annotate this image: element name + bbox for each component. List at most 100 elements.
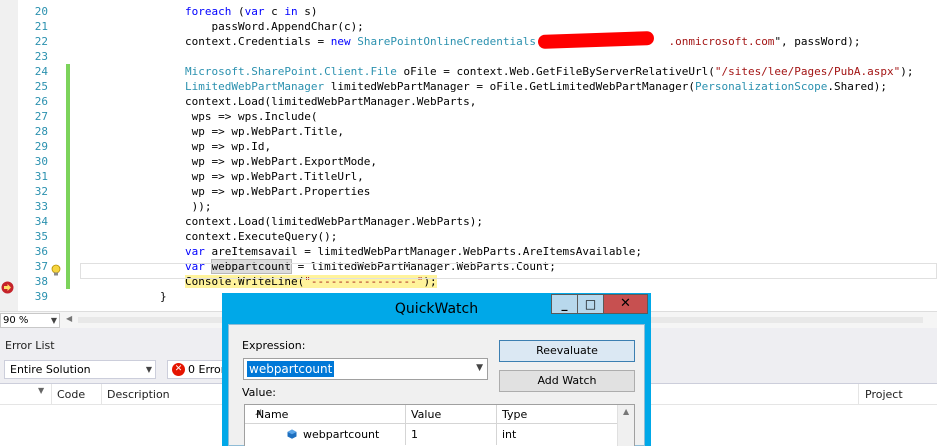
- code-token: ));: [185, 200, 212, 213]
- change-marker: [66, 184, 70, 199]
- code-token: context.Credentials =: [185, 35, 331, 48]
- column-value[interactable]: Value: [411, 408, 441, 421]
- code-line[interactable]: wp => wp.WebPart.ExportMode,: [185, 154, 377, 169]
- minimize-icon: _: [561, 297, 568, 311]
- code-token: foreach: [185, 5, 232, 18]
- line-number: 23: [34, 50, 48, 63]
- change-marker: [66, 124, 70, 139]
- code-line[interactable]: }: [160, 289, 167, 304]
- dialog-titlebar[interactable]: QuickWatch _ □ ✕: [222, 293, 651, 324]
- line-number: 22: [34, 35, 48, 48]
- code-line[interactable]: context.Credentials = new SharePointOnli…: [185, 34, 861, 49]
- change-marker: [66, 64, 70, 79]
- code-token: wp => wp.WebPart.ExportMode,: [185, 155, 378, 168]
- value-grid: ◢ Name Value Type webpartcount 1 int ▲: [244, 404, 635, 446]
- column-project[interactable]: Project: [865, 388, 903, 401]
- line-number: 35: [34, 230, 48, 243]
- line-number: 27: [34, 110, 48, 123]
- line-number: 32: [34, 185, 48, 198]
- code-editor[interactable]: 20 21 22 23 24 25 26 27 28 29 30 31 32 33 34 35 36 37 38 39…: [0, 0, 937, 311]
- reevaluate-button[interactable]: Reevaluate: [499, 340, 635, 362]
- code-token: var: [185, 245, 205, 258]
- code-line[interactable]: ));: [185, 199, 212, 214]
- code-token: (: [231, 5, 245, 18]
- code-token: wp => wp.Id,: [185, 140, 272, 153]
- variable-icon: [287, 429, 297, 439]
- code-token: in: [284, 5, 298, 18]
- close-button[interactable]: ✕: [603, 294, 648, 314]
- line-number: 24: [34, 65, 48, 78]
- code-line[interactable]: wp => wp.Id,: [185, 139, 271, 154]
- row-value[interactable]: 1: [411, 428, 418, 441]
- code-line[interactable]: Microsoft.SharePoint.Client.File oFile =…: [185, 64, 914, 79]
- line-number: 39: [34, 290, 48, 303]
- value-label: Value:: [242, 386, 276, 399]
- code-token: SharePointOnlineCredentials: [357, 35, 537, 48]
- zoom-dropdown[interactable]: 90 % ▼: [0, 313, 60, 328]
- sort-icon[interactable]: ▼: [38, 386, 44, 395]
- line-number: 25: [34, 80, 48, 93]
- change-marker: [66, 199, 70, 214]
- scroll-left-icon[interactable]: ◀: [66, 314, 72, 323]
- code-line[interactable]: passWord.AppendChar(c);: [185, 19, 363, 34]
- code-token: .Shared);: [827, 80, 888, 93]
- row-name: webpartcount: [303, 428, 380, 441]
- code-line[interactable]: foreach (var c in s): [185, 4, 317, 19]
- code-line[interactable]: wp => wp.WebPart.Title,: [185, 124, 344, 139]
- code-line[interactable]: wp => wp.WebPart.TitleUrl,: [185, 169, 364, 184]
- code-line[interactable]: LimitedWebPartManager limitedWebPartMana…: [185, 79, 887, 94]
- code-token: context.Load(limitedWebPartManager.WebPa…: [185, 215, 484, 228]
- scope-dropdown[interactable]: Entire Solution ▼: [4, 360, 156, 379]
- lightbulb-icon[interactable]: [50, 264, 62, 277]
- add-watch-button[interactable]: Add Watch: [499, 370, 635, 392]
- breakpoint-margin[interactable]: [0, 0, 18, 311]
- line-number: 21: [34, 20, 48, 33]
- expression-input[interactable]: webpartcount: [247, 361, 335, 377]
- line-number: 29: [34, 140, 48, 153]
- code-line[interactable]: context.ExecuteQuery();: [185, 229, 337, 244]
- chevron-down-icon: ▼: [50, 316, 57, 325]
- value-grid-header: ◢ Name Value Type: [245, 405, 617, 424]
- line-number: 31: [34, 170, 48, 183]
- scroll-up-icon[interactable]: ▲: [623, 407, 629, 416]
- line-number: 20: [34, 5, 48, 18]
- expression-combobox[interactable]: webpartcount ▼: [243, 358, 488, 380]
- code-token: wp => wp.WebPart.Properties: [185, 185, 371, 198]
- dialog-body: Expression: webpartcount ▼ Reevaluate Ad…: [228, 324, 645, 446]
- code-token: context.Load(limitedWebPartManager.WebPa…: [185, 95, 477, 108]
- code-token: Microsoft.SharePoint.Client.: [185, 65, 371, 78]
- line-number: 36: [34, 245, 48, 258]
- execution-arrow-icon: [1, 281, 14, 294]
- line-number: 33: [34, 200, 48, 213]
- column-code[interactable]: Code: [57, 388, 85, 401]
- code-token: context.ExecuteQuery();: [185, 230, 338, 243]
- column-name[interactable]: Name: [256, 408, 288, 421]
- expression-label: Expression:: [242, 339, 306, 352]
- chevron-down-icon[interactable]: ▼: [476, 363, 483, 373]
- code-line[interactable]: context.Load(limitedWebPartManager.WebPa…: [185, 214, 483, 229]
- column-description[interactable]: Description: [107, 388, 170, 401]
- code-token: s): [297, 5, 318, 18]
- vertical-scrollbar[interactable]: ▲: [617, 405, 634, 446]
- code-token: }: [160, 290, 167, 303]
- column-type[interactable]: Type: [502, 408, 527, 421]
- value-grid-row[interactable]: webpartcount 1 int: [245, 425, 617, 444]
- close-icon: ✕: [620, 296, 631, 311]
- code-token: File: [370, 65, 397, 78]
- code-line[interactable]: var areItemsavail = limitedWebPartManage…: [185, 244, 642, 259]
- maximize-button[interactable]: □: [577, 294, 604, 314]
- change-marker: [66, 139, 70, 154]
- code-token: c: [264, 5, 285, 18]
- change-marker: [66, 94, 70, 109]
- code-token: PersonalizationScope: [694, 80, 828, 93]
- change-marker: [66, 214, 70, 229]
- line-number: 30: [34, 155, 48, 168]
- code-token: wps => wps.Include(: [185, 110, 318, 123]
- code-line[interactable]: context.Load(limitedWebPartManager.WebPa…: [185, 94, 476, 109]
- code-line[interactable]: wp => wp.WebPart.Properties: [185, 184, 371, 199]
- code-line[interactable]: wps => wps.Include(: [185, 109, 318, 124]
- minimize-button[interactable]: _: [551, 294, 578, 314]
- scope-value: Entire Solution: [10, 363, 91, 376]
- line-number: 34: [34, 215, 48, 228]
- row-type: int: [502, 428, 517, 441]
